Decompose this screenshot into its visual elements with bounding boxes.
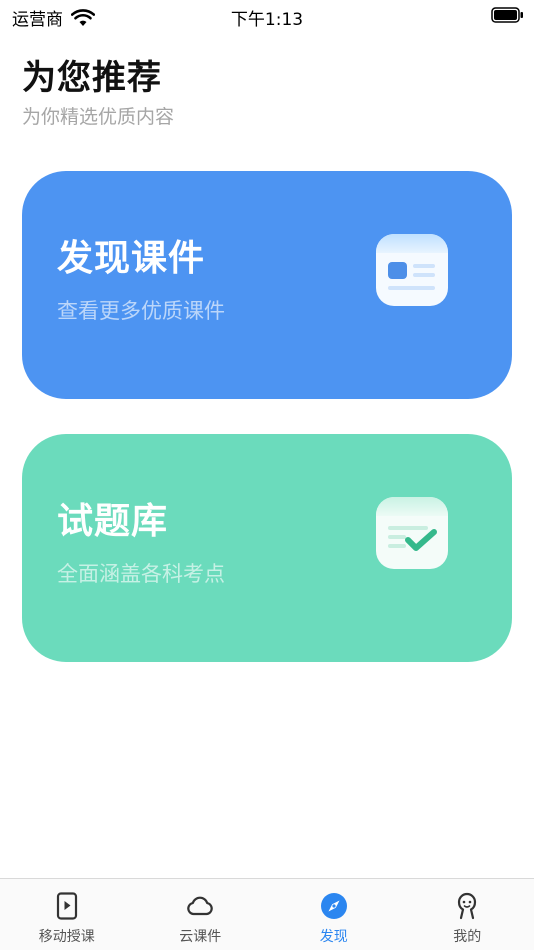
bottom-tab-bar: 移动授课 云课件 发现 我的 [0,878,534,950]
tab-mine[interactable]: 我的 [401,879,534,950]
card-description: 查看更多优质课件 [57,299,225,323]
status-time: 下午1:13 [230,10,304,30]
user-icon [452,891,482,921]
cloud-icon [185,891,215,921]
page-title: 为您推荐 [22,58,162,98]
tab-discover[interactable]: 发现 [267,879,401,950]
tab-mobile-teaching[interactable]: 移动授课 [0,879,134,950]
tab-label: 云课件 [179,929,222,945]
card-description: 全面涵盖各科考点 [57,562,225,586]
battery-icon [491,7,524,23]
tab-label: 我的 [453,929,482,945]
tab-label: 发现 [319,929,348,945]
compass-icon [319,891,349,921]
card-title: 试题库 [57,501,169,542]
question-bank-card[interactable]: 试题库 全面涵盖各科考点 [22,434,512,662]
page-subtitle: 为你精选优质内容 [22,106,175,128]
tab-label: 移动授课 [38,929,95,945]
status-bar: 运营商 下午1:13 [0,0,534,34]
courseware-card-icon [374,232,450,308]
mobile-play-icon [52,891,82,921]
discover-courseware-card[interactable]: 发现课件 查看更多优质课件 [22,171,512,399]
checklist-icon [374,495,450,571]
tab-cloud-courseware[interactable]: 云课件 [134,879,268,950]
card-title: 发现课件 [57,238,206,279]
